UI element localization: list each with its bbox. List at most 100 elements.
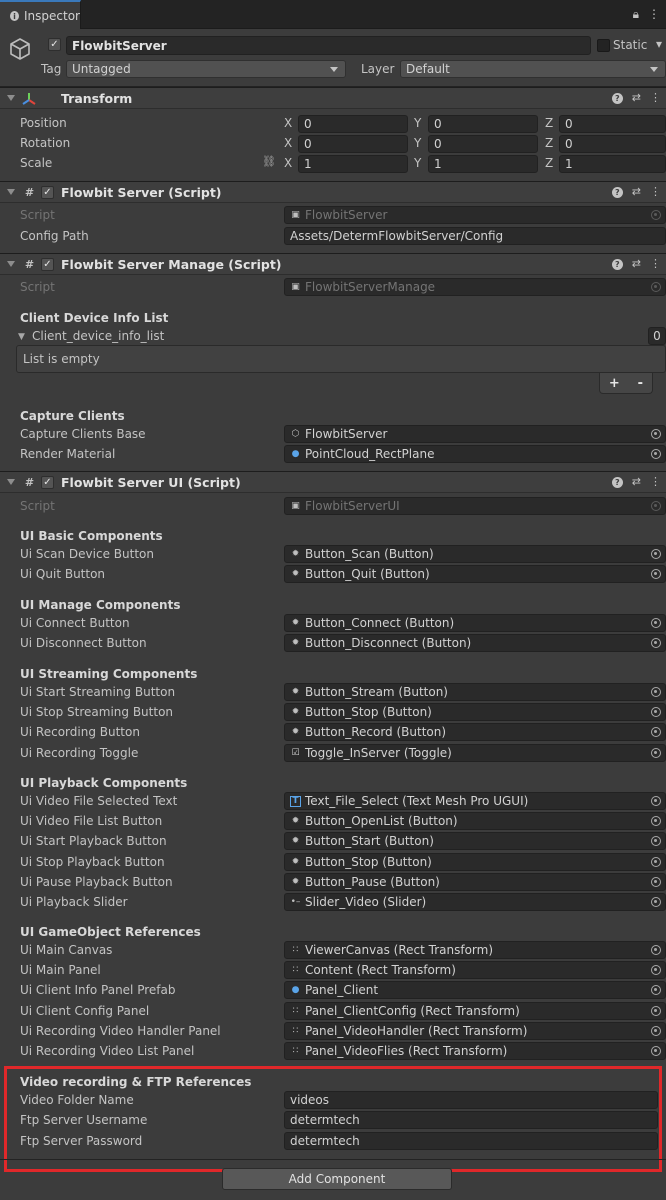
component-enabled-checkbox[interactable]: ✓	[41, 258, 54, 271]
component-menu-icon[interactable]: ⋮	[650, 475, 661, 488]
presets-icon[interactable]: ⇄	[632, 257, 641, 270]
component-enabled-checkbox[interactable]: ✓	[41, 186, 54, 199]
object-picker-icon[interactable]	[651, 876, 661, 887]
constrain-proportions-icon[interactable]: ⛓︎	[262, 155, 276, 168]
config-path-input[interactable]: Assets/DetermFlowbitServer/Config	[284, 227, 666, 245]
axis-z-label[interactable]: Z	[545, 156, 557, 170]
object-picker-icon[interactable]	[651, 796, 661, 806]
axis-x-label[interactable]: X	[284, 156, 296, 170]
help-icon[interactable]: ?	[611, 187, 623, 198]
ui-reference-field[interactable]: ✹ Button_Record (Button)	[284, 723, 666, 742]
transform-x-input[interactable]: 0	[298, 135, 408, 153]
ui-reference-field[interactable]: ∷ Panel_ClientConfig (Rect Transform)	[284, 1001, 666, 1020]
ui-reference-field[interactable]: ✹ Button_Stream (Button)	[284, 683, 666, 701]
ftp-text-input[interactable]: determtech	[284, 1111, 658, 1129]
axis-z-label[interactable]: Z	[545, 116, 557, 130]
tag-dropdown[interactable]: Untagged	[66, 60, 346, 78]
object-picker-icon[interactable]	[651, 747, 661, 758]
add-component-button[interactable]: Add Component	[222, 1168, 452, 1190]
object-picker-icon[interactable]	[651, 569, 661, 580]
object-picker-icon[interactable]	[651, 836, 661, 847]
static-checkbox[interactable]	[597, 39, 610, 52]
object-picker-icon[interactable]	[651, 727, 661, 738]
ui-reference-field[interactable]: ✹ Button_Scan (Button)	[284, 545, 666, 563]
object-picker-icon[interactable]	[651, 1046, 661, 1056]
object-picker-icon[interactable]	[651, 549, 661, 559]
component-enabled-checkbox[interactable]: ✓	[41, 476, 54, 489]
ui-reference-field[interactable]: ∷ Content (Rect Transform)	[284, 961, 666, 980]
object-picker-icon[interactable]	[651, 707, 661, 718]
component-menu-icon[interactable]: ⋮	[650, 257, 661, 270]
object-picker-icon[interactable]	[651, 618, 661, 628]
ui-reference-field[interactable]: ● Panel_Client	[284, 981, 666, 1000]
ui-reference-field[interactable]: ✹ Button_Connect (Button)	[284, 614, 666, 632]
ui-reference-field[interactable]: ∷ Panel_VideoHandler (Rect Transform)	[284, 1021, 666, 1040]
help-icon[interactable]: ?	[611, 259, 623, 270]
transform-component-header[interactable]: Transform ? ⇄ ⋮	[0, 87, 666, 109]
flowbit-server-component-header[interactable]: # ✓ Flowbit Server (Script) ? ⇄ ⋮	[0, 181, 666, 203]
object-picker-icon[interactable]	[651, 638, 661, 649]
transform-z-input[interactable]: 1	[559, 155, 666, 173]
axis-y-label[interactable]: Y	[414, 156, 426, 170]
layer-dropdown[interactable]: Default	[400, 60, 666, 78]
transform-x-input[interactable]: 1	[298, 155, 408, 173]
ui-reference-field[interactable]: ☑ Toggle_InServer (Toggle)	[284, 743, 666, 762]
render-material-field[interactable]: ● PointCloud_RectPlane	[284, 445, 666, 463]
fold-arrow-icon[interactable]	[7, 261, 15, 267]
object-picker-icon[interactable]	[651, 816, 661, 827]
ui-reference-field[interactable]: ∷ Panel_VideoFlies (Rect Transform)	[284, 1042, 666, 1060]
transform-y-input[interactable]: 0	[428, 115, 538, 133]
client-device-info-list-label[interactable]: Client_device_info_list	[32, 329, 164, 343]
presets-icon[interactable]: ⇄	[632, 185, 641, 198]
fold-arrow-icon[interactable]	[7, 189, 15, 195]
axis-y-label[interactable]: Y	[414, 116, 426, 130]
ftp-text-input[interactable]: videos	[284, 1091, 658, 1109]
object-picker-icon[interactable]	[651, 965, 661, 976]
transform-z-input[interactable]: 0	[559, 135, 666, 153]
help-icon[interactable]: ?	[611, 477, 623, 488]
list-fold-arrow-icon[interactable]: ▼	[18, 332, 25, 342]
ui-reference-field[interactable]: •– Slider_Video (Slider)	[284, 893, 666, 911]
ui-reference-field[interactable]: ✹ Button_Pause (Button)	[284, 872, 666, 891]
ui-reference-field[interactable]: ✹ Button_Start (Button)	[284, 832, 666, 851]
gameobject-name-input[interactable]: FlowbitServer	[66, 36, 591, 55]
object-picker-icon[interactable]	[651, 687, 661, 697]
component-menu-icon[interactable]: ⋮	[650, 91, 661, 104]
axis-z-label[interactable]: Z	[545, 136, 557, 150]
ui-reference-field[interactable]: ✹ Button_Stop (Button)	[284, 852, 666, 871]
gameobject-active-checkbox[interactable]: ✓	[48, 38, 61, 51]
flowbit-server-manage-component-header[interactable]: # ✓ Flowbit Server Manage (Script) ? ⇄ ⋮	[0, 253, 666, 275]
transform-y-input[interactable]: 1	[428, 155, 538, 173]
ui-reference-field[interactable]: ✹ Button_Disconnect (Button)	[284, 634, 666, 653]
axis-x-label[interactable]: X	[284, 116, 296, 130]
object-picker-icon[interactable]	[651, 856, 661, 867]
object-picker-icon[interactable]	[651, 897, 661, 907]
transform-x-input[interactable]: 0	[298, 115, 408, 133]
presets-icon[interactable]: ⇄	[632, 475, 641, 488]
tab-inspector[interactable]: i Inspector	[0, 0, 81, 30]
object-picker-icon[interactable]	[651, 1005, 661, 1016]
list-size-input[interactable]: 0	[648, 327, 666, 345]
ui-reference-field[interactable]: ✹ Button_Quit (Button)	[284, 565, 666, 584]
capture-clients-base-field[interactable]: ⬡ FlowbitServer	[284, 425, 666, 443]
object-picker-icon[interactable]	[651, 429, 661, 439]
component-menu-icon[interactable]: ⋮	[650, 185, 661, 198]
help-icon[interactable]: ?	[611, 93, 623, 104]
presets-icon[interactable]: ⇄	[632, 91, 641, 104]
ui-reference-field[interactable]: ✹ Button_OpenList (Button)	[284, 812, 666, 831]
static-dropdown-icon[interactable]: ▾	[656, 37, 662, 51]
ui-reference-field[interactable]: ∷ ViewerCanvas (Rect Transform)	[284, 941, 666, 959]
add-element-button[interactable]: +	[609, 376, 620, 391]
flowbit-server-ui-component-header[interactable]: # ✓ Flowbit Server UI (Script) ? ⇄ ⋮	[0, 471, 666, 493]
ui-reference-field[interactable]: T Text_File_Select (Text Mesh Pro UGUI)	[284, 792, 666, 810]
ftp-text-input[interactable]: determtech	[284, 1132, 658, 1150]
transform-y-input[interactable]: 0	[428, 135, 538, 153]
remove-element-button[interactable]: -	[638, 376, 643, 391]
ui-reference-field[interactable]: ✹ Button_Stop (Button)	[284, 703, 666, 722]
transform-z-input[interactable]: 0	[559, 115, 666, 133]
object-picker-icon[interactable]	[651, 449, 661, 459]
lock-icon[interactable]: 🔒︎	[633, 7, 639, 22]
axis-y-label[interactable]: Y	[414, 136, 426, 150]
object-picker-icon[interactable]	[651, 945, 661, 955]
more-menu-icon[interactable]: ⋮	[648, 7, 660, 22]
